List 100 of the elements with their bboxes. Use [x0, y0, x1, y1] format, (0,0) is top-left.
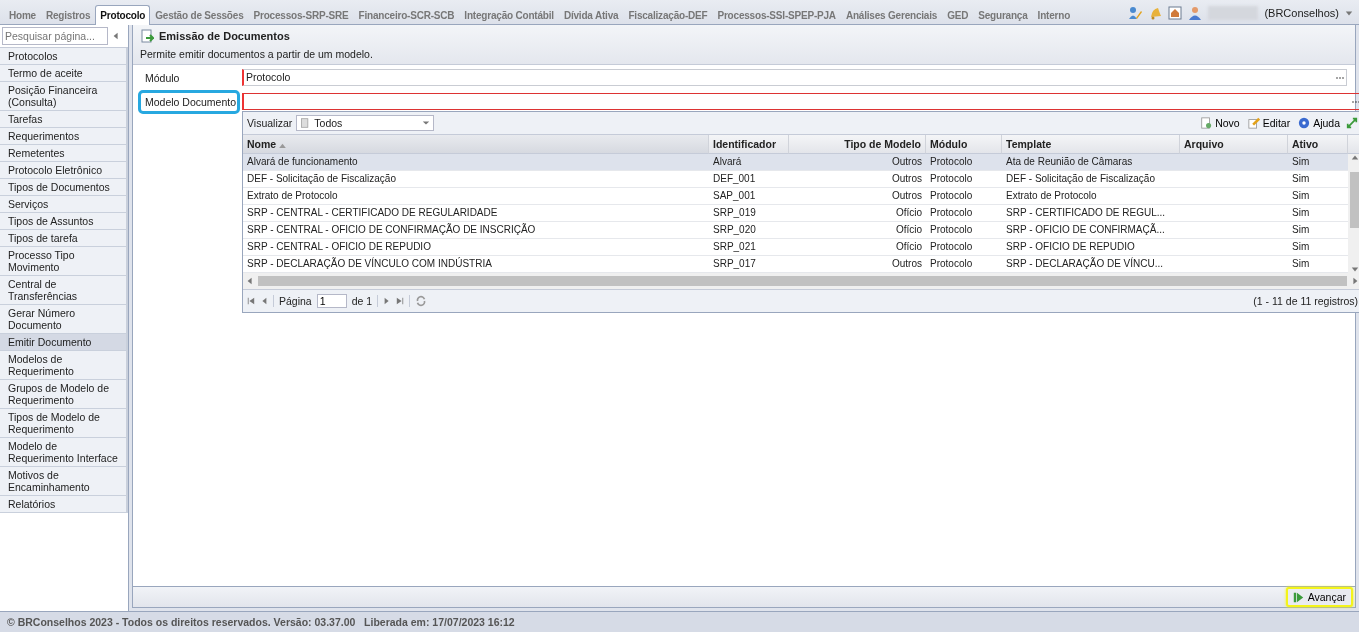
sidebar-item[interactable]: Gerar Número Documento [0, 305, 128, 334]
sort-arrow-icon [279, 143, 287, 148]
module-tab[interactable]: Análises Gerenciais [840, 5, 943, 25]
module-tab[interactable]: Home [4, 5, 41, 25]
user-icon[interactable] [1188, 6, 1203, 20]
expand-arrows-icon[interactable] [1346, 117, 1358, 129]
ellipsis-icon[interactable] [1352, 99, 1359, 104]
column-header[interactable]: Identificador [709, 135, 789, 154]
module-tab[interactable]: Financeiro-SCR-SCB [353, 5, 460, 25]
table-cell: Sim [1288, 256, 1348, 273]
sidebar-item[interactable]: Tipos de Modelo de Requerimento [0, 409, 128, 438]
chevron-down-icon[interactable] [422, 119, 431, 127]
refresh-icon[interactable] [415, 295, 428, 307]
sidebar-item[interactable]: Serviços [0, 196, 128, 213]
sidebar-item[interactable]: Posição Financeira (Consulta) [0, 82, 128, 111]
last-page-icon[interactable] [396, 297, 405, 305]
ellipsis-icon[interactable] [1336, 75, 1344, 80]
table-cell: Protocolo [926, 205, 1002, 222]
sidebar-item[interactable]: Relatórios [0, 496, 128, 513]
sidebar-item[interactable]: Tipos de Assuntos [0, 213, 128, 230]
toolbar-button[interactable]: Editar [1245, 117, 1293, 129]
first-page-icon[interactable] [247, 297, 255, 305]
sidebar-item[interactable]: Tarefas [0, 111, 128, 128]
table-cell: DEF_001 [709, 171, 789, 188]
sidebar-item[interactable]: Processo Tipo Movimento [0, 247, 128, 276]
sidebar-item[interactable]: Tipos de Documentos [0, 179, 128, 196]
sidebar-item[interactable]: Modelos de Requerimento [0, 351, 128, 380]
organization-name: (BRConselhos) [1264, 7, 1339, 19]
collapse-arrow-icon[interactable] [112, 32, 120, 40]
table-cell: Sim [1288, 222, 1348, 239]
module-tab[interactable]: Dívida Ativa [558, 5, 624, 25]
table-cell: SRP - OFICIO DE REPUDIO [1002, 239, 1180, 256]
sidebar-item[interactable]: Modelo de Requerimento Interface [0, 438, 128, 467]
module-tab[interactable]: Registros [41, 5, 96, 25]
list-icon [300, 117, 311, 129]
column-header[interactable]: Ativo [1288, 135, 1348, 154]
sidebar-item[interactable]: Termo de aceite [0, 65, 128, 82]
next-arrow-icon [1292, 591, 1304, 603]
toolbar-button[interactable]: Novo [1198, 117, 1242, 129]
previous-page-icon[interactable] [260, 297, 268, 305]
table-cell: Protocolo [926, 154, 1002, 171]
column-header[interactable]: Arquivo [1180, 135, 1288, 154]
table-cell: Sim [1288, 188, 1348, 205]
table-cell: Ofício [789, 205, 926, 222]
column-header[interactable]: Módulo [926, 135, 1002, 154]
toolbar-button[interactable]: Ajuda [1296, 117, 1342, 129]
module-tab[interactable]: Fiscalização-DEF [623, 5, 713, 25]
sidebar-item[interactable]: Tipos de tarefa [0, 230, 128, 247]
table-cell: Ofício [789, 222, 926, 239]
input-field[interactable]: Protocolo [242, 69, 1347, 86]
column-header[interactable]: Template [1002, 135, 1180, 154]
sidebar-item[interactable]: Requerimentos [0, 128, 128, 145]
table-cell: SRP - CERTIFICADO DE REGUL... [1002, 205, 1180, 222]
next-button[interactable]: Avançar [1285, 587, 1353, 607]
column-header[interactable]: Tipo de Modelo [789, 135, 926, 154]
module-tab[interactable]: Gestão de Sessões [150, 5, 249, 25]
column-header[interactable]: Nome [243, 135, 709, 154]
record-count: (1 - 11 de 11 registros) [1253, 295, 1358, 307]
field-label: Módulo [144, 71, 181, 86]
table-cell: SRP - CENTRAL - OFICIO DE CONFIRMAÇÃO DE INSCRIÇÃO [243, 222, 709, 239]
page-count: de 1 [351, 295, 373, 307]
footer-text: © BRConselhos 2023 - Todos os direitos reservados. Versão: 03.37.00 Liberada em: 17/07/2023 16:12 [0, 611, 1359, 632]
sidebar-item[interactable]: Protocolos [0, 48, 128, 65]
scroll-right-arrow-icon[interactable] [1351, 277, 1359, 285]
module-tab[interactable]: Processos-SRP-SRE [248, 5, 354, 25]
module-tab[interactable]: GED [942, 5, 974, 25]
vertical-scrollbar[interactable] [1348, 154, 1359, 273]
sidebar-item[interactable]: Protocolo Eletrônico [0, 162, 128, 179]
sidebar-item[interactable]: Emitir Documento [0, 334, 128, 351]
table-cell: Extrato de Protocolo [243, 188, 709, 205]
sidebar-item[interactable]: Central de Transferências [0, 276, 128, 305]
module-tab[interactable]: Processos-SSI-SPEP-PJA [712, 5, 841, 25]
panel-title: Emissão de Documentos [159, 30, 290, 42]
scroll-up-arrow-icon[interactable] [1351, 154, 1359, 162]
table-cell: SAP_001 [709, 188, 789, 205]
module-tab[interactable]: Interno [1032, 5, 1076, 25]
page-search-field[interactable]: Pesquisar página... [2, 27, 108, 45]
page-label: Página [279, 295, 312, 307]
module-tab[interactable]: Segurança [973, 5, 1033, 25]
table-cell: Ata de Reunião de Câmaras [1002, 154, 1180, 171]
module-tab[interactable]: Integração Contábil [459, 5, 559, 25]
sidebar-item[interactable]: Grupos de Modelo de Requerimento [0, 380, 128, 409]
table-cell: SRP - CENTRAL - CERTIFICADO DE REGULARIDADE [243, 205, 709, 222]
pencil-person-icon[interactable] [1128, 6, 1143, 20]
table-cell: Sim [1288, 171, 1348, 188]
table-cell: Protocolo [926, 256, 1002, 273]
table-cell: SRP_019 [709, 205, 789, 222]
sidebar-item[interactable]: Motivos de Encaminhamento [0, 467, 128, 496]
horizontal-scrollbar[interactable] [243, 273, 1359, 289]
module-tab[interactable]: Protocolo [95, 5, 151, 25]
page-number-field[interactable]: 1 [316, 294, 347, 308]
scroll-down-arrow-icon[interactable] [1351, 265, 1359, 273]
sidebar-item[interactable]: Remetentes [0, 145, 128, 162]
table-cell: Outros [789, 154, 926, 171]
scroll-left-arrow-icon[interactable] [246, 277, 254, 285]
home-icon[interactable] [1168, 6, 1183, 20]
table-cell: SRP - OFICIO DE CONFIRMAÇÃ... [1002, 222, 1180, 239]
dropdown-caret-icon[interactable] [1345, 9, 1353, 17]
table-cell: Protocolo [926, 188, 1002, 205]
view-dropdown[interactable]: Todos [296, 115, 435, 131]
